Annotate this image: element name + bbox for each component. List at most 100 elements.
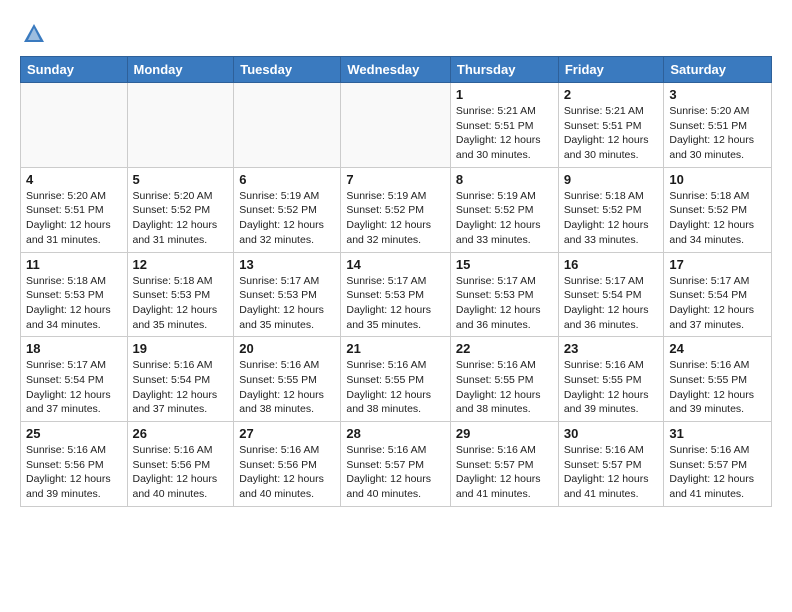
calendar-cell: 19Sunrise: 5:16 AM Sunset: 5:54 PM Dayli… — [127, 337, 234, 422]
day-number: 14 — [346, 257, 445, 272]
weekday-header: Sunday — [21, 57, 128, 83]
day-info: Sunrise: 5:16 AM Sunset: 5:56 PM Dayligh… — [133, 443, 229, 502]
calendar-cell: 26 Sunrise: 5:16 AM Sunset: 5:56 PM Dayli… — [127, 422, 234, 507]
calendar-cell: 6 Sunrise: 5:19 AM Sunset: 5:52 PM Daylig… — [234, 167, 341, 252]
calendar-cell: 15 Sunrise: 5:17 AM Sunset: 5:53 PM Dayli… — [450, 252, 558, 337]
day-number: 22 — [456, 341, 553, 356]
calendar-cell: 7Sunrise: 5:19 AM Sunset: 5:52 PM Daylig… — [341, 167, 451, 252]
day-info: Sunrise: 5:17 AM Sunset: 5:53 PM Dayligh… — [346, 274, 445, 333]
day-number: 3 — [669, 87, 766, 102]
day-info: Sunrise: 5:16 AM Sunset: 5:55 PM Dayligh… — [346, 358, 445, 417]
day-number: 8 — [456, 172, 553, 187]
day-number: 29 — [456, 426, 553, 441]
day-info: Sunrise: 5:16 AM Sunset: 5:55 PM Dayligh… — [564, 358, 659, 417]
calendar-cell: 8 Sunrise: 5:19 AM Sunset: 5:52 PM Daylig… — [450, 167, 558, 252]
day-info: Sunrise: 5:18 AM Sunset: 5:52 PM Dayligh… — [669, 189, 766, 248]
weekday-header: Monday — [127, 57, 234, 83]
calendar-cell: 11 Sunrise: 5:18 AM Sunset: 5:53 PM Dayli… — [21, 252, 128, 337]
calendar-cell: 18Sunrise: 5:17 AM Sunset: 5:54 PM Dayli… — [21, 337, 128, 422]
day-number: 15 — [456, 257, 553, 272]
day-number: 21 — [346, 341, 445, 356]
calendar-week-row: 1 Sunrise: 5:21 AM Sunset: 5:51 PM Daylig… — [21, 83, 772, 168]
day-info: Sunrise: 5:16 AM Sunset: 5:56 PM Dayligh… — [239, 443, 335, 502]
day-number: 26 — [133, 426, 229, 441]
calendar-cell: 16 Sunrise: 5:17 AM Sunset: 5:54 PM Dayli… — [558, 252, 664, 337]
day-number: 9 — [564, 172, 659, 187]
day-number: 5 — [133, 172, 229, 187]
weekday-header: Wednesday — [341, 57, 451, 83]
day-number: 13 — [239, 257, 335, 272]
day-number: 20 — [239, 341, 335, 356]
calendar-cell: 3 Sunrise: 5:20 AM Sunset: 5:51 PM Daylig… — [664, 83, 772, 168]
day-info: Sunrise: 5:18 AM Sunset: 5:53 PM Dayligh… — [26, 274, 122, 333]
day-info: Sunrise: 5:16 AM Sunset: 5:54 PM Dayligh… — [133, 358, 229, 417]
day-info: Sunrise: 5:16 AM Sunset: 5:55 PM Dayligh… — [456, 358, 553, 417]
day-number: 16 — [564, 257, 659, 272]
day-number: 11 — [26, 257, 122, 272]
day-info: Sunrise: 5:16 AM Sunset: 5:56 PM Dayligh… — [26, 443, 122, 502]
page: SundayMondayTuesdayWednesdayThursdayFrid… — [0, 0, 792, 523]
calendar-week-row: 11 Sunrise: 5:18 AM Sunset: 5:53 PM Dayli… — [21, 252, 772, 337]
day-info: Sunrise: 5:16 AM Sunset: 5:57 PM Dayligh… — [346, 443, 445, 502]
calendar-cell: 29 Sunrise: 5:16 AM Sunset: 5:57 PM Dayli… — [450, 422, 558, 507]
weekday-header: Saturday — [664, 57, 772, 83]
calendar-cell: 23 Sunrise: 5:16 AM Sunset: 5:55 PM Dayli… — [558, 337, 664, 422]
calendar-week-row: 18Sunrise: 5:17 AM Sunset: 5:54 PM Dayli… — [21, 337, 772, 422]
day-info: Sunrise: 5:19 AM Sunset: 5:52 PM Dayligh… — [456, 189, 553, 248]
calendar-cell: 10 Sunrise: 5:18 AM Sunset: 5:52 PM Dayli… — [664, 167, 772, 252]
calendar-cell: 2Sunrise: 5:21 AM Sunset: 5:51 PM Daylig… — [558, 83, 664, 168]
day-number: 1 — [456, 87, 553, 102]
calendar-cell — [341, 83, 451, 168]
day-info: Sunrise: 5:19 AM Sunset: 5:52 PM Dayligh… — [346, 189, 445, 248]
day-info: Sunrise: 5:18 AM Sunset: 5:53 PM Dayligh… — [133, 274, 229, 333]
day-info: Sunrise: 5:16 AM Sunset: 5:55 PM Dayligh… — [239, 358, 335, 417]
day-info: Sunrise: 5:17 AM Sunset: 5:53 PM Dayligh… — [456, 274, 553, 333]
calendar-cell: 31Sunrise: 5:16 AM Sunset: 5:57 PM Dayli… — [664, 422, 772, 507]
calendar-cell: 28 Sunrise: 5:16 AM Sunset: 5:57 PM Dayli… — [341, 422, 451, 507]
day-info: Sunrise: 5:18 AM Sunset: 5:52 PM Dayligh… — [564, 189, 659, 248]
day-info: Sunrise: 5:17 AM Sunset: 5:54 PM Dayligh… — [26, 358, 122, 417]
day-number: 17 — [669, 257, 766, 272]
calendar-cell: 20 Sunrise: 5:16 AM Sunset: 5:55 PM Dayli… — [234, 337, 341, 422]
day-number: 2 — [564, 87, 659, 102]
calendar-cell — [21, 83, 128, 168]
day-number: 24 — [669, 341, 766, 356]
calendar-cell: 24 Sunrise: 5:16 AM Sunset: 5:55 PM Dayli… — [664, 337, 772, 422]
day-info: Sunrise: 5:17 AM Sunset: 5:53 PM Dayligh… — [239, 274, 335, 333]
calendar-cell — [234, 83, 341, 168]
calendar-cell: 30 Sunrise: 5:16 AM Sunset: 5:57 PM Dayli… — [558, 422, 664, 507]
weekday-header: Tuesday — [234, 57, 341, 83]
calendar-cell — [127, 83, 234, 168]
calendar-cell: 13 Sunrise: 5:17 AM Sunset: 5:53 PM Dayli… — [234, 252, 341, 337]
day-number: 30 — [564, 426, 659, 441]
day-number: 12 — [133, 257, 229, 272]
weekday-header: Friday — [558, 57, 664, 83]
day-number: 28 — [346, 426, 445, 441]
day-number: 10 — [669, 172, 766, 187]
calendar-cell: 17 Sunrise: 5:17 AM Sunset: 5:54 PM Dayli… — [664, 252, 772, 337]
day-number: 6 — [239, 172, 335, 187]
day-info: Sunrise: 5:20 AM Sunset: 5:51 PM Dayligh… — [26, 189, 122, 248]
day-info: Sunrise: 5:19 AM Sunset: 5:52 PM Dayligh… — [239, 189, 335, 248]
logo-icon — [20, 20, 48, 48]
calendar-cell: 12 Sunrise: 5:18 AM Sunset: 5:53 PM Dayli… — [127, 252, 234, 337]
header — [20, 16, 772, 48]
calendar-cell: 5Sunrise: 5:20 AM Sunset: 5:52 PM Daylig… — [127, 167, 234, 252]
day-info: Sunrise: 5:16 AM Sunset: 5:57 PM Dayligh… — [564, 443, 659, 502]
calendar-cell: 25Sunrise: 5:16 AM Sunset: 5:56 PM Dayli… — [21, 422, 128, 507]
day-info: Sunrise: 5:21 AM Sunset: 5:51 PM Dayligh… — [456, 104, 553, 163]
day-info: Sunrise: 5:16 AM Sunset: 5:57 PM Dayligh… — [456, 443, 553, 502]
day-info: Sunrise: 5:20 AM Sunset: 5:51 PM Dayligh… — [669, 104, 766, 163]
calendar-cell: 9 Sunrise: 5:18 AM Sunset: 5:52 PM Daylig… — [558, 167, 664, 252]
calendar-cell: 22 Sunrise: 5:16 AM Sunset: 5:55 PM Dayli… — [450, 337, 558, 422]
day-info: Sunrise: 5:16 AM Sunset: 5:55 PM Dayligh… — [669, 358, 766, 417]
weekday-header: Thursday — [450, 57, 558, 83]
calendar-cell: 1 Sunrise: 5:21 AM Sunset: 5:51 PM Daylig… — [450, 83, 558, 168]
calendar-week-row: 25Sunrise: 5:16 AM Sunset: 5:56 PM Dayli… — [21, 422, 772, 507]
day-number: 23 — [564, 341, 659, 356]
calendar-cell: 4Sunrise: 5:20 AM Sunset: 5:51 PM Daylig… — [21, 167, 128, 252]
calendar-cell: 27Sunrise: 5:16 AM Sunset: 5:56 PM Dayli… — [234, 422, 341, 507]
day-info: Sunrise: 5:17 AM Sunset: 5:54 PM Dayligh… — [669, 274, 766, 333]
day-info: Sunrise: 5:17 AM Sunset: 5:54 PM Dayligh… — [564, 274, 659, 333]
calendar-table: SundayMondayTuesdayWednesdayThursdayFrid… — [20, 56, 772, 507]
